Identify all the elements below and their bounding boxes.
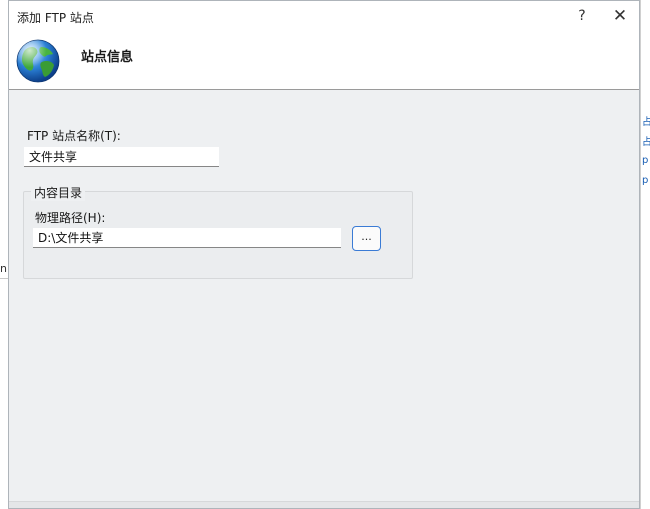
globe-icon [16, 39, 60, 83]
help-button[interactable]: ? [569, 5, 595, 27]
site-name-input[interactable] [24, 147, 219, 167]
background-link[interactable]: 占 [642, 133, 650, 148]
wizard-header: 站点信息 [9, 31, 639, 90]
background-link[interactable]: 占 [642, 113, 650, 128]
background-link[interactable]: p [642, 175, 648, 186]
title-bar: 添加 FTP 站点 ? ✕ [9, 1, 639, 32]
site-name-label: FTP 站点名称(T): [27, 129, 121, 143]
physical-path-label: 物理路径(H): [35, 211, 106, 225]
dialog-title: 添加 FTP 站点 [17, 11, 94, 25]
bottom-divider [9, 501, 639, 508]
page-title: 站点信息 [81, 50, 134, 65]
add-ftp-site-dialog: 添加 FTP 站点 ? ✕ 站点信息 FTP 站点名称(T): 文件共享 内容目… [8, 0, 640, 509]
close-button[interactable]: ✕ [607, 5, 633, 27]
browse-button[interactable]: ... [352, 226, 381, 251]
background-window-right-edge: 占 占 p p [640, 0, 650, 509]
background-text-n: n [0, 262, 7, 275]
physical-path-input[interactable] [33, 228, 341, 248]
content-directory-legend: 内容目录 [31, 184, 86, 201]
background-link[interactable]: p [642, 155, 648, 166]
